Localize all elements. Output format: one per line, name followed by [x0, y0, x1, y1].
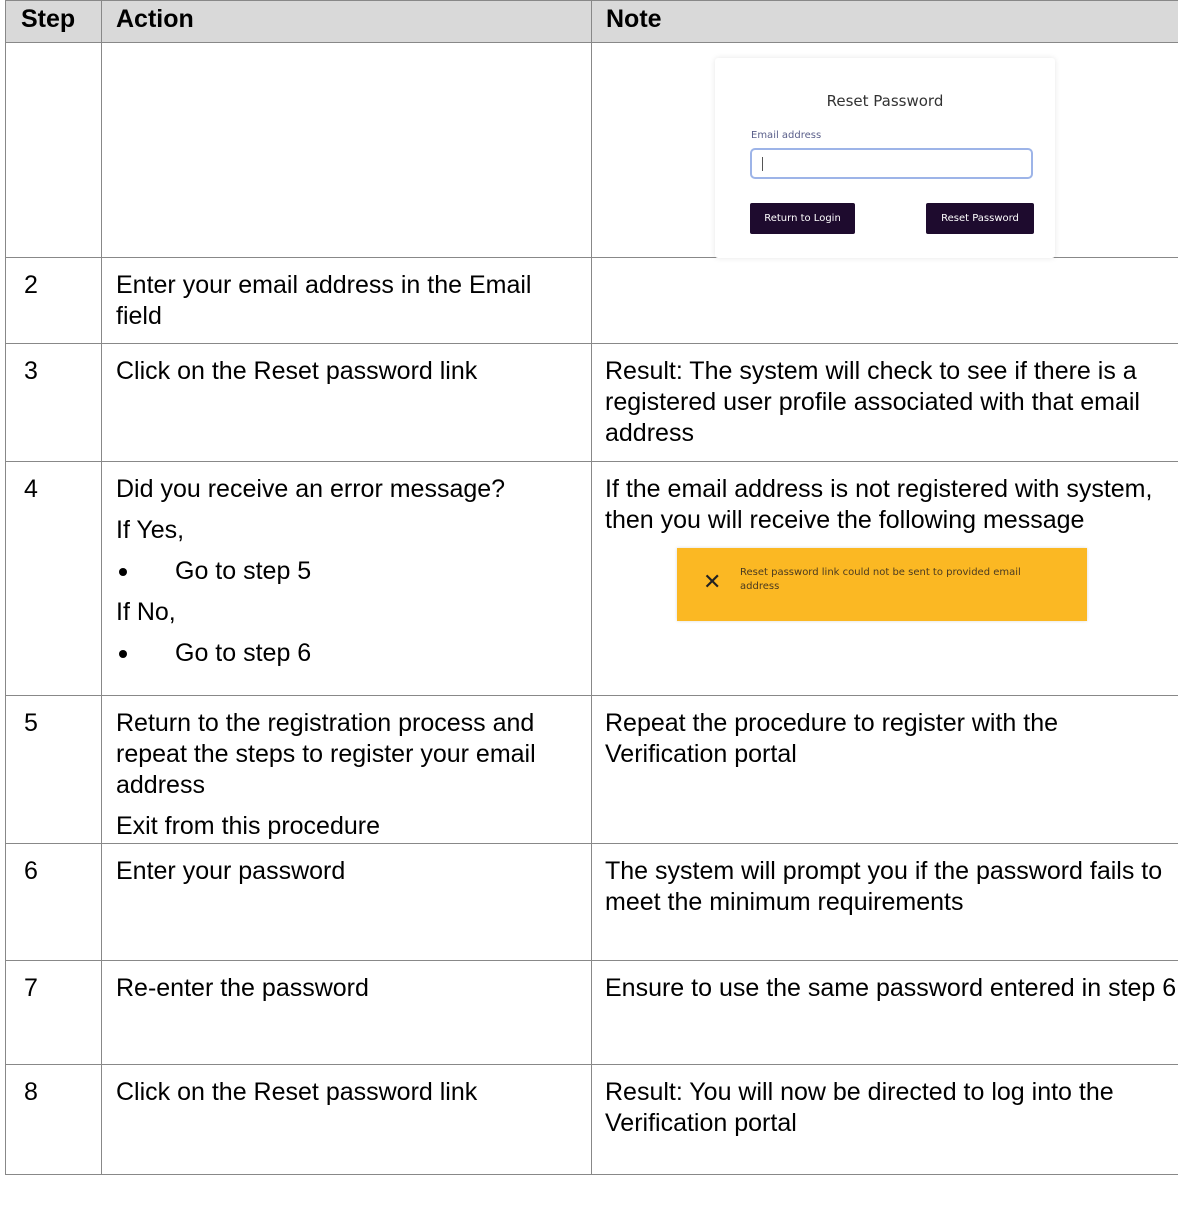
action-text: Re-enter the password: [101, 960, 592, 1065]
bullet-item: Go to step 5: [116, 556, 581, 587]
header-action: Action: [101, 0, 592, 43]
step-number: 3: [5, 343, 102, 462]
procedure-table: Step Action Note Reset Password Email ad…: [5, 0, 1178, 1175]
action-cell: [101, 42, 592, 258]
note-text: If the email address is not registered w…: [605, 475, 1153, 534]
reset-password-button[interactable]: Reset Password: [926, 203, 1034, 234]
bullet-icon: [119, 650, 127, 658]
table-row: 4 Did you receive an error message? If Y…: [5, 461, 1178, 696]
action-question: Did you receive an error message?: [116, 475, 506, 503]
step-number: 8: [5, 1064, 102, 1175]
step-number: 2: [5, 257, 102, 344]
header-note: Note: [591, 0, 1178, 43]
text-caret: [762, 156, 763, 171]
step-number: 7: [5, 960, 102, 1065]
step-number: 4: [5, 461, 102, 696]
action-text: Return to the registration process and r…: [116, 709, 536, 799]
reset-password-screenshot: Reset Password Email address Return to L…: [592, 43, 1178, 258]
action-cell: Did you receive an error message? If Yes…: [101, 461, 592, 696]
action-text: Click on the Reset password link: [101, 343, 592, 462]
action-text: Enter your password: [101, 843, 592, 961]
if-yes-label: If Yes,: [116, 516, 185, 544]
reset-card-title: Reset Password: [826, 92, 944, 110]
bullet-item: Go to step 6: [116, 638, 581, 669]
note-cell: Reset Password Email address Return to L…: [591, 42, 1178, 258]
table-row: 2 Enter your email address in the Email …: [5, 257, 1178, 344]
error-message: Reset password link could not be sent to…: [740, 567, 1021, 592]
note-text: Repeat the procedure to register with th…: [591, 695, 1178, 844]
return-to-login-button[interactable]: Return to Login: [750, 203, 855, 234]
step-cell: [5, 42, 102, 258]
bullet-text: Go to step 5: [175, 557, 312, 585]
table-row: 7 Re-enter the password Ensure to use th…: [5, 960, 1178, 1065]
error-banner-screenshot: ✕ Reset password link could not be sent …: [677, 548, 1087, 621]
note-text: Result: The system will check to see if …: [591, 343, 1178, 462]
action-cell: Return to the registration process and r…: [101, 695, 592, 844]
table-row: Reset Password Email address Return to L…: [5, 42, 1178, 258]
action-exit-text: Exit from this procedure: [116, 812, 380, 840]
step-number: 5: [5, 695, 102, 844]
action-text: Enter your email address in the Email fi…: [101, 257, 592, 344]
if-no-label: If No,: [116, 598, 176, 626]
reset-password-card: Reset Password Email address Return to L…: [715, 58, 1055, 258]
bullet-icon: [119, 568, 127, 576]
table-row: 8 Click on the Reset password link Resul…: [5, 1064, 1178, 1175]
note-text: Result: You will now be directed to log …: [591, 1064, 1178, 1175]
header-step: Step: [5, 0, 102, 43]
email-input[interactable]: [750, 148, 1033, 179]
note-text: The system will prompt you if the passwo…: [591, 843, 1178, 961]
table-row: 3 Click on the Reset password link Resul…: [5, 343, 1178, 462]
table-header-row: Step Action Note: [5, 0, 1178, 43]
step-number: 6: [5, 843, 102, 961]
table-row: 6 Enter your password The system will pr…: [5, 843, 1178, 961]
note-text: Ensure to use the same password entered …: [591, 960, 1178, 1065]
table-row: 5 Return to the registration process and…: [5, 695, 1178, 844]
action-text: Click on the Reset password link: [101, 1064, 592, 1175]
close-icon: ✕: [703, 570, 722, 595]
email-label: Email address: [751, 130, 822, 141]
bullet-text: Go to step 6: [175, 639, 312, 667]
note-cell: If the email address is not registered w…: [591, 461, 1178, 696]
note-text: [591, 257, 1178, 344]
